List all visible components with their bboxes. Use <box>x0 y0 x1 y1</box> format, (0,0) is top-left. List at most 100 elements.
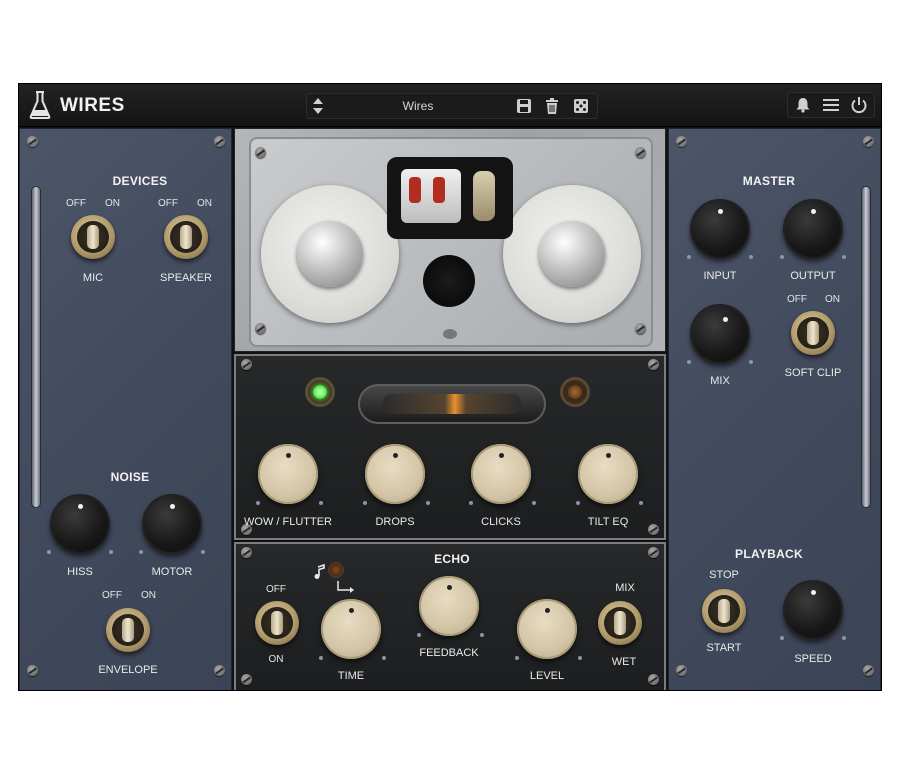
feedback-knob[interactable] <box>419 576 479 636</box>
preset-name[interactable]: Wires <box>307 99 529 113</box>
level-knob[interactable] <box>517 599 577 659</box>
start-label: START <box>706 642 742 654</box>
amber-led-housing <box>563 380 587 404</box>
input-label: INPUT <box>703 270 737 282</box>
echo-off-label: OFF <box>266 584 286 595</box>
screw <box>648 359 659 370</box>
input-knob[interactable] <box>690 199 750 259</box>
speaker-off-label: OFF <box>158 198 178 209</box>
screw <box>214 665 225 676</box>
speed-label: SPEED <box>794 653 832 665</box>
speed-knob[interactable] <box>783 580 843 640</box>
echo-toggle[interactable] <box>255 601 299 645</box>
screw <box>27 136 38 147</box>
tape-reels-panel <box>234 128 666 352</box>
knob-tick <box>319 501 323 505</box>
soft-clip-off-label: OFF <box>787 294 807 305</box>
knob-tick <box>842 636 846 640</box>
mic-label: MIC <box>82 272 104 284</box>
menu-icon[interactable] <box>822 97 840 113</box>
level-label: LEVEL <box>529 670 565 682</box>
right-panel: MASTER INPUT OUTPUT MIX OFF ON SOFT CLIP… <box>668 128 881 690</box>
dice-icon[interactable] <box>573 98 589 114</box>
echo-mix-toggle[interactable] <box>598 601 642 645</box>
screw <box>214 136 225 147</box>
wow-flutter-knob[interactable] <box>258 444 318 504</box>
preset-selector[interactable]: Wires <box>306 93 598 119</box>
soft-clip-on-label: ON <box>825 294 840 305</box>
echo-wet-label: WET <box>611 656 637 668</box>
knob-tick <box>780 636 784 640</box>
devices-title: DEVICES <box>112 174 168 188</box>
echo-panel: ECHO OFF ON TIME FEEDBACK LEVEL MIX WET <box>234 542 666 690</box>
output-label: OUTPUT <box>790 270 836 282</box>
screw <box>255 323 266 334</box>
soft-clip-label: SOFT CLIP <box>784 367 842 379</box>
drops-knob[interactable] <box>365 444 425 504</box>
echo-title: ECHO <box>434 552 470 566</box>
power-icon[interactable] <box>850 96 868 114</box>
tilt-eq-knob[interactable] <box>578 444 638 504</box>
side-rail <box>862 187 870 507</box>
save-icon[interactable] <box>516 98 532 114</box>
left-tape-reel <box>261 185 399 323</box>
echo-on-label: ON <box>268 654 284 665</box>
knob-tick <box>469 501 473 505</box>
plugin-window: WIRES Wires DEVICES OFF ON MIC OFF ON SP… <box>18 83 882 691</box>
screw <box>863 665 874 676</box>
hiss-label: HISS <box>67 566 93 578</box>
knob-tick <box>139 550 143 554</box>
drops-label: DROPS <box>375 516 415 528</box>
start-stop-toggle[interactable] <box>702 589 746 633</box>
screw <box>635 323 646 334</box>
envelope-on-label: ON <box>141 590 156 601</box>
wow-flutter-label: WOW / FLUTTER <box>244 516 332 528</box>
flask-icon <box>29 91 51 119</box>
knob-tick <box>363 501 367 505</box>
screw <box>648 547 659 558</box>
soft-clip-toggle[interactable] <box>791 311 835 355</box>
output-knob[interactable] <box>783 199 843 259</box>
screw <box>676 665 687 676</box>
mix-knob[interactable] <box>690 304 750 364</box>
mic-on-label: ON <box>105 198 120 209</box>
master-mix-label: MIX <box>710 375 730 387</box>
knob-tick <box>576 501 580 505</box>
time-knob[interactable] <box>321 599 381 659</box>
knob-tick <box>532 501 536 505</box>
motor-label: MOTOR <box>151 566 193 578</box>
tape-head <box>387 157 513 239</box>
echo-mix-label: MIX <box>615 582 635 594</box>
green-led-housing <box>308 380 332 404</box>
left-panel: DEVICES OFF ON MIC OFF ON SPEAKER NOISE … <box>19 128 232 690</box>
envelope-label: ENVELOPE <box>98 664 158 676</box>
trash-icon[interactable] <box>545 98 559 114</box>
music-note-icon <box>314 564 325 579</box>
hiss-knob[interactable] <box>50 494 110 554</box>
motor-knob[interactable] <box>142 494 202 554</box>
knob-tick <box>256 501 260 505</box>
header-actions <box>787 92 875 118</box>
screw <box>863 136 874 147</box>
envelope-toggle[interactable] <box>106 608 150 652</box>
right-tape-reel <box>503 185 641 323</box>
knob-tick <box>578 656 582 660</box>
knob-tick <box>417 633 421 637</box>
master-title: MASTER <box>742 174 796 188</box>
playback-title: PLAYBACK <box>735 547 803 561</box>
screw <box>676 136 687 147</box>
mic-toggle[interactable] <box>71 215 115 259</box>
knob-tick <box>109 550 113 554</box>
bell-icon[interactable] <box>795 97 811 113</box>
amber-led <box>568 385 582 399</box>
sync-button[interactable] <box>330 564 342 576</box>
knob-tick <box>201 550 205 554</box>
screw <box>241 674 252 685</box>
screw <box>241 359 252 370</box>
envelope-off-label: OFF <box>102 590 122 601</box>
speaker-toggle[interactable] <box>164 215 208 259</box>
knob-tick <box>780 255 784 259</box>
clicks-knob[interactable] <box>471 444 531 504</box>
knob-tick <box>687 255 691 259</box>
knob-tick <box>515 656 519 660</box>
